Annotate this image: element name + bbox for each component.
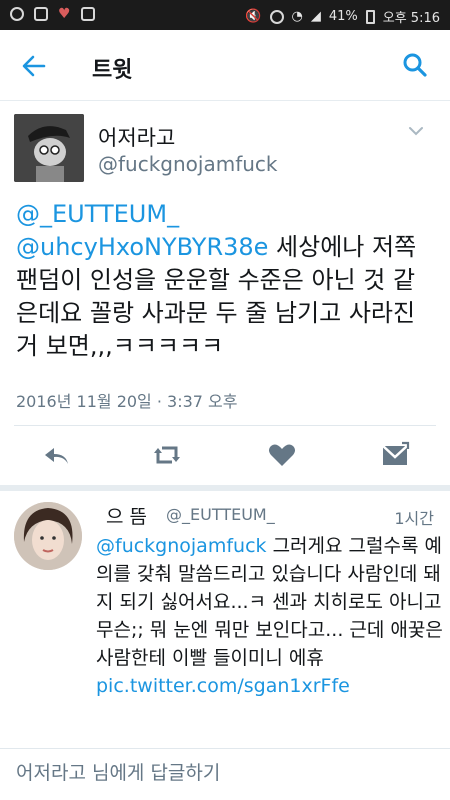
reply-display-name[interactable]: 으 뜸 [106, 502, 147, 529]
reply-handle[interactable]: @_EUTTEUM_ [166, 505, 275, 524]
reply-time: 1시간 [394, 509, 434, 528]
message-icon[interactable] [380, 440, 410, 470]
avatar[interactable] [14, 114, 84, 182]
gallery-icon [34, 7, 48, 21]
tweet-timestamp: 2016년 11월 20일 · 3:37 오후 [16, 392, 238, 411]
heart-icon: ♥ [58, 6, 71, 22]
tweet-actions [0, 440, 450, 480]
wifi-icon: ◔ [291, 9, 303, 24]
notification-icon [10, 7, 24, 21]
clock: 오후 5:16 [382, 11, 440, 26]
battery-icon [365, 9, 375, 24]
reply-icon[interactable] [42, 440, 72, 470]
alarm-icon [269, 9, 284, 24]
search-icon[interactable] [402, 52, 428, 78]
tweet-text: @_EUTTEUM_ @uhcyHxoNYBYR38e 세상에나 저쪽 팬덤이 … [16, 198, 436, 363]
clipboard-icon [80, 7, 95, 21]
display-name[interactable]: 어저라고 [98, 122, 175, 152]
mention-link[interactable]: @uhcyHxoNYBYR38e [16, 233, 268, 261]
divider [14, 425, 436, 426]
reply-text: @fuckgnojamfuck 그러게요 그럴수록 예의를 갖춰 말씀드리고 있… [96, 532, 446, 700]
reply-avatar[interactable] [14, 502, 82, 570]
reply-compose-field[interactable]: 어저라고 님에게 답글하기 [16, 758, 220, 785]
page-title: 트윗 [92, 58, 133, 83]
reply-mention-link[interactable]: @fuckgnojamfuck [96, 535, 267, 557]
media-link[interactable]: pic.twitter.com/sgan1xrFfe [96, 675, 350, 697]
mute-icon: 🔇 [245, 9, 262, 24]
mention-link[interactable]: @_EUTTEUM_ [16, 200, 179, 228]
like-icon[interactable] [267, 440, 297, 470]
chevron-down-icon[interactable] [408, 126, 424, 136]
retweet-icon[interactable] [152, 440, 182, 470]
signal-icon: ◢ [310, 9, 321, 24]
user-handle[interactable]: @fuckgnojamfuck [98, 152, 278, 176]
battery-percent: 41% [328, 9, 358, 24]
divider [0, 748, 450, 749]
arrow-left-icon[interactable] [20, 52, 48, 80]
section-divider [0, 485, 450, 491]
status-bar: ♥ 🔇 ◔ ◢ 41% 오후 5:16 [0, 0, 450, 30]
app-bar: 트윗 [0, 30, 450, 101]
